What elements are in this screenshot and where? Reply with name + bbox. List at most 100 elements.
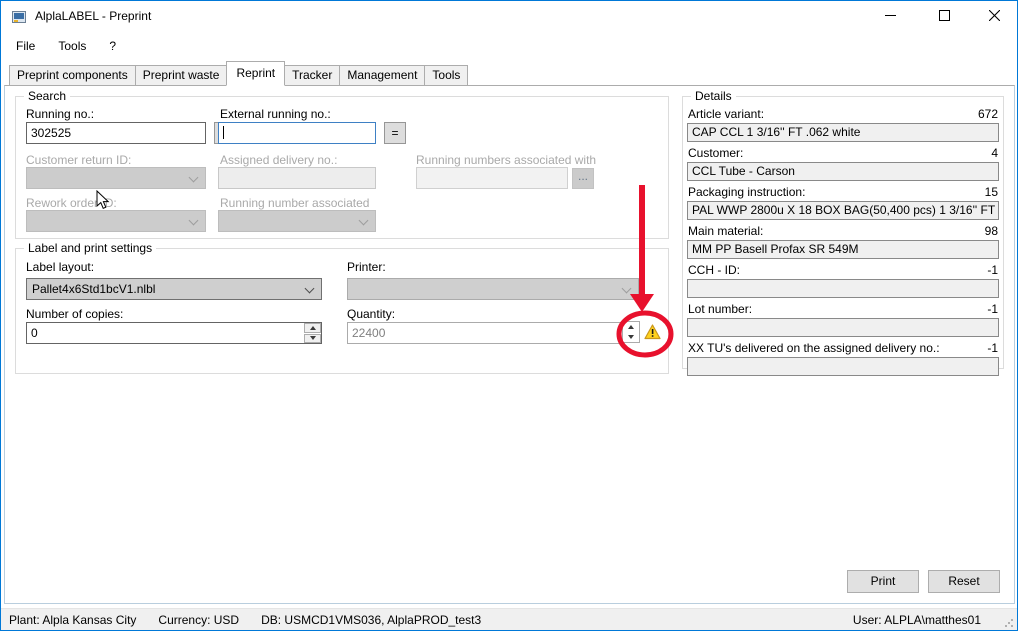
running-numbers-associated-with-label: Running numbers associated with (416, 154, 596, 167)
number-of-copies-value: 0 (31, 326, 38, 340)
detail-label: Main material: (688, 225, 763, 238)
tab-tools[interactable]: Tools (424, 65, 468, 86)
label-print-settings-title: Label and print settings (24, 241, 156, 255)
detail-number: -1 (987, 342, 998, 355)
tab-management[interactable]: Management (339, 65, 425, 86)
spin-down-button[interactable] (623, 332, 639, 342)
detail-item: Main material:98 MM PP Basell Profax SR … (687, 225, 999, 259)
text-caret (223, 126, 224, 139)
detail-number: -1 (987, 303, 998, 316)
detail-item: Customer: 4 CCL Tube - Carson (687, 147, 999, 181)
details-group-title: Details (691, 89, 736, 103)
printer-label: Printer: (347, 261, 386, 274)
tab-preprint-components[interactable]: Preprint components (9, 65, 136, 86)
external-running-no-input[interactable] (218, 122, 376, 144)
chevron-down-icon (359, 216, 369, 226)
detail-number: 672 (978, 108, 998, 121)
search-group: Search Running no.: 302525 = External ru… (15, 96, 669, 239)
minimize-button[interactable] (868, 1, 913, 32)
quantity-input: 22400 (347, 322, 621, 344)
quantity-label: Quantity: (347, 308, 395, 321)
detail-value: CAP CCL 1 3/16'' FT .062 white (687, 123, 999, 142)
customer-return-id-select (26, 167, 206, 189)
label-layout-label: Label layout: (26, 261, 94, 274)
menu-file[interactable]: File (7, 35, 44, 57)
running-number-associated-select (218, 210, 376, 232)
warning-icon (644, 324, 661, 340)
arrow-up-icon (628, 325, 634, 329)
status-plant: Plant: Alpla Kansas City (9, 613, 136, 627)
detail-number: -1 (987, 264, 998, 277)
search-group-title: Search (24, 89, 70, 103)
detail-value (687, 318, 999, 337)
status-bar: Plant: Alpla Kansas City Currency: USD D… (1, 608, 1017, 631)
detail-item: Packaging instruction: 15 PAL WWP 2800u X… (687, 186, 999, 220)
status-db: DB: USMCD1VMS036, AlplaPROD_test3 (261, 613, 481, 627)
spin-up-button[interactable] (623, 322, 639, 332)
detail-number: 15 (985, 186, 998, 199)
external-running-no-equals-button[interactable]: = (384, 122, 406, 144)
detail-label: CCH - ID: (688, 264, 740, 277)
running-number-associated-label: Running number associated (220, 197, 369, 210)
window-title: AlplaLABEL - Preprint (35, 1, 151, 32)
detail-item: Article variant: 672 CAP CCL 1 3/16'' FT … (687, 108, 999, 142)
detail-label: Article variant: (688, 108, 764, 121)
reset-button[interactable]: Reset (928, 570, 1000, 593)
quantity-stepper[interactable] (622, 321, 640, 343)
status-currency: Currency: USD (158, 613, 239, 627)
print-button[interactable]: Print (847, 570, 919, 593)
detail-label: Packaging instruction: (688, 186, 805, 199)
menu-tools[interactable]: Tools (49, 35, 95, 57)
arrow-down-icon (310, 336, 316, 340)
detail-item: XX TU's delivered on the assigned delive… (687, 342, 999, 376)
detail-number: 4 (991, 147, 998, 160)
maximize-icon (939, 10, 950, 24)
detail-value (687, 279, 999, 298)
tab-reprint[interactable]: Reprint (226, 61, 285, 86)
rework-order-id-select (26, 210, 206, 232)
detail-item: Lot number: -1 (687, 303, 999, 337)
maximize-button[interactable] (922, 1, 967, 32)
minimize-icon (885, 10, 896, 24)
title-bar: AlplaLABEL - Preprint (1, 1, 1017, 32)
label-layout-select[interactable]: Pallet4x6Std1bcV1.nlbl (26, 278, 322, 300)
customer-return-id-label: Customer return ID: (26, 154, 131, 167)
external-running-no-label: External running no.: (220, 108, 331, 121)
running-no-label: Running no.: (26, 108, 94, 121)
number-of-copies-stepper[interactable]: 0 (26, 322, 322, 344)
tab-preprint-waste[interactable]: Preprint waste (135, 65, 228, 86)
printer-select[interactable] (347, 278, 639, 300)
detail-item: CCH - ID: -1 (687, 264, 999, 298)
rework-order-id-label: Rework order ID: (26, 197, 117, 210)
detail-label: Lot number: (688, 303, 752, 316)
resize-grip[interactable] (1004, 618, 1014, 628)
spinner-buttons (304, 323, 321, 343)
app-window: AlplaLABEL - Preprint File Tools ? Prepr… (0, 0, 1018, 631)
number-of-copies-label: Number of copies: (26, 308, 123, 321)
detail-value: CCL Tube - Carson (687, 162, 999, 181)
spin-down-button[interactable] (304, 334, 321, 344)
detail-label: Customer: (688, 147, 743, 160)
assigned-delivery-no-input (218, 167, 376, 189)
spin-up-button[interactable] (304, 323, 321, 333)
tab-tracker[interactable]: Tracker (284, 65, 340, 86)
detail-value: MM PP Basell Profax SR 549M (687, 240, 999, 259)
label-print-settings-group: Label and print settings Label layout: P… (15, 248, 669, 374)
close-button[interactable] (972, 1, 1017, 32)
assigned-delivery-no-label: Assigned delivery no.: (220, 154, 337, 167)
browse-button: ... (572, 168, 594, 189)
status-user: User: ALPLA\matthes01 (853, 613, 981, 627)
running-no-input[interactable]: 302525 (26, 122, 206, 144)
chevron-down-icon (622, 284, 632, 294)
arrow-up-icon (310, 326, 316, 330)
menu-help[interactable]: ? (100, 35, 125, 57)
details-group: Details Article variant:672 CAP CCL 1 3/… (682, 96, 1004, 369)
detail-label: XX TU's delivered on the assigned delive… (688, 342, 940, 355)
chevron-down-icon (305, 284, 315, 294)
app-icon (11, 9, 27, 25)
detail-value: PAL WWP 2800u X 18 BOX BAG(50,400 pcs) 1… (687, 201, 999, 220)
chevron-down-icon (189, 216, 199, 226)
close-icon (989, 10, 1000, 24)
chevron-down-icon (189, 173, 199, 183)
running-numbers-associated-with-input (416, 167, 568, 189)
